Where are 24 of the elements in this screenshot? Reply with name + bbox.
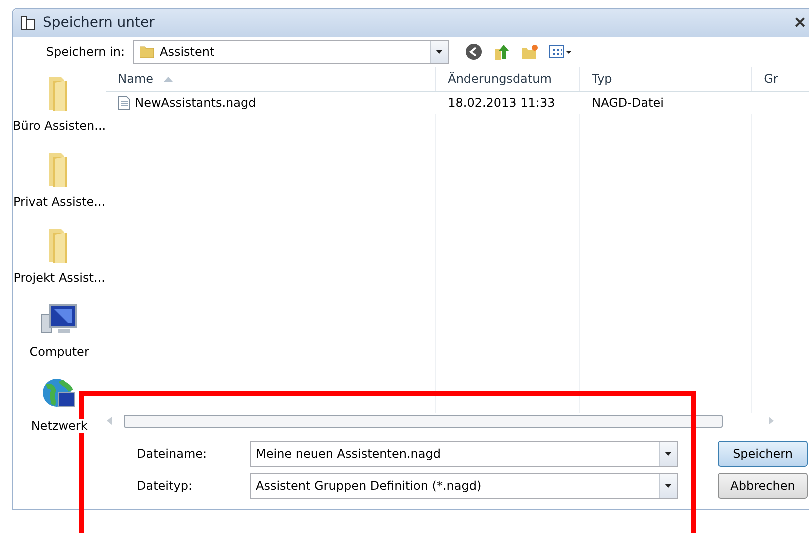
filetype-label: Dateityp: [137,479,194,493]
column-header[interactable]: Änderungsdatum [436,67,580,91]
column-header[interactable]: Gr [752,67,809,91]
filename-field[interactable]: Meine neuen Assistenten.nagd [250,441,678,467]
place-item[interactable]: Privat Assiste... [14,151,106,209]
location-value: Assistent [160,45,215,60]
place-item[interactable]: Netzwerk [31,377,88,433]
save-button[interactable]: Speichern [718,441,808,467]
close-button[interactable]: ✕ [794,14,809,32]
table-cell: NewAssistants.nagd [106,96,436,110]
column-header[interactable]: Typ [580,67,752,91]
table-cell-text: NAGD-Datei [591,96,665,110]
filetype-dropdown[interactable]: Assistent Gruppen Definition (*.nagd) [250,473,678,499]
place-item[interactable]: Büro Assisten... [13,75,106,133]
location-dropdown[interactable]: Assistent [133,40,449,64]
table-cell-text: 18.02.2013 11:33 [447,96,556,110]
place-item[interactable]: Computer [30,303,90,359]
column-header[interactable]: Name [106,67,436,91]
file-row[interactable]: NewAssistants.nagd 18.02.2013 11:33 NAGD-Datei [106,92,809,114]
cancel-button[interactable]: Abbrechen [718,473,808,499]
place-item[interactable]: Projekt Assist... [14,227,106,285]
filename-label: Dateiname: [137,447,208,461]
window-title: Speichern unter [43,15,156,32]
save-in-label: Speichern in: [45,45,126,60]
